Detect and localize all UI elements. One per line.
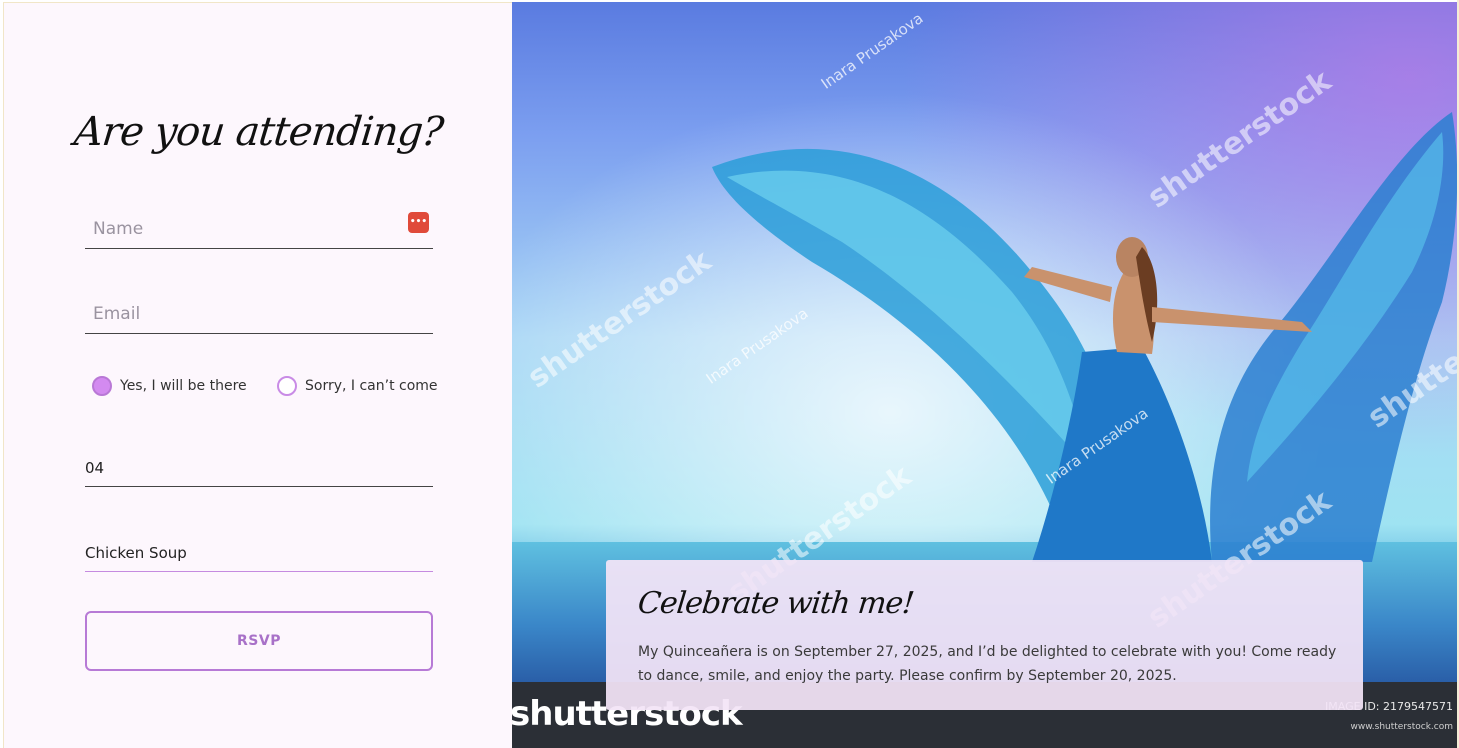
attend-no-label: Sorry, I can’t come	[305, 378, 438, 394]
card-title: Celebrate with me!	[636, 586, 916, 621]
attend-yes-radio[interactable]: Yes, I will be there	[92, 374, 247, 398]
site-url: www.shutterstock.com	[1350, 722, 1453, 732]
name-field[interactable]: Name •••	[85, 201, 433, 249]
form-title: Are you attending?	[71, 109, 446, 155]
meal-value: Chicken Soup	[85, 544, 187, 562]
attendance-radio-group: Yes, I will be there Sorry, I can’t come	[92, 374, 442, 398]
attend-no-radio[interactable]: Sorry, I can’t come	[277, 374, 438, 398]
radio-unchecked-icon[interactable]	[277, 376, 297, 396]
email-field[interactable]: Email	[85, 286, 433, 334]
guests-field[interactable]: 04	[85, 439, 433, 487]
card-body: My Quinceañera is on September 27, 2025,…	[638, 644, 1337, 684]
password-manager-icon[interactable]: •••	[408, 212, 429, 233]
radio-checked-icon[interactable]	[92, 376, 112, 396]
rsvp-form-panel: Are you attending? Name ••• Email Yes, I…	[3, 2, 512, 748]
rsvp-button[interactable]: RSVP	[85, 611, 433, 671]
meal-field[interactable]: Chicken Soup	[85, 524, 433, 572]
email-placeholder: Email	[93, 304, 141, 324]
name-placeholder: Name	[93, 219, 144, 239]
attend-yes-label: Yes, I will be there	[120, 378, 247, 394]
guests-value: 04	[85, 459, 105, 477]
invitation-card: Celebrate with me! My Quinceañera is on …	[606, 560, 1363, 710]
